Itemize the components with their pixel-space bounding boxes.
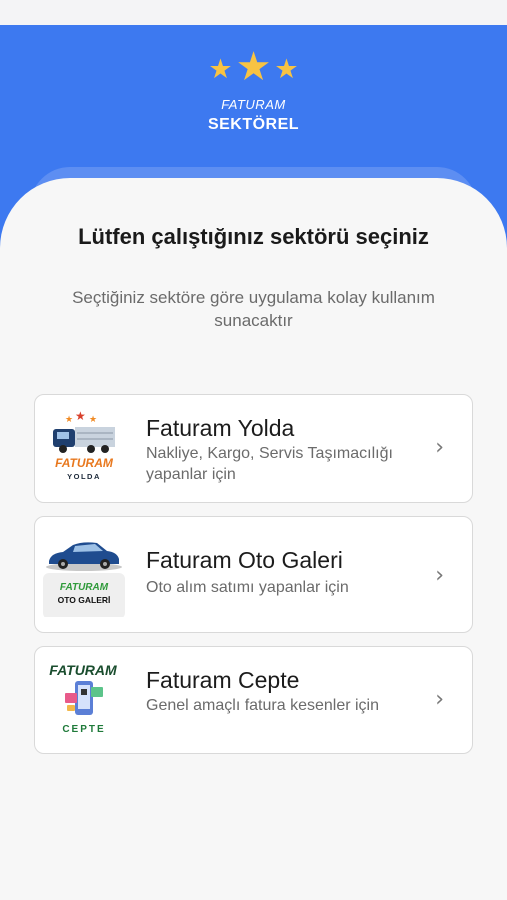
page-title: Lütfen çalıştığınız sektörü seçiniz xyxy=(78,224,429,249)
page-subtitle: Seçtiğiniz sektöre göre uygulama kolay k… xyxy=(72,288,435,330)
star-icon: ★ xyxy=(274,53,299,84)
sector-card-oto-galeri[interactable]: FATURAM OTO GALERİ Faturam Oto Galeri Ot… xyxy=(34,516,473,633)
star-icon: ★ xyxy=(235,45,272,89)
car-icon: FATURAM OTO GALERİ xyxy=(43,542,125,617)
svg-text:YOLDA: YOLDA xyxy=(67,472,101,481)
stars-icon: ★ ★ ★ xyxy=(0,47,507,87)
sector-name: Faturam Cepte xyxy=(146,667,300,693)
brand-product: SEKTÖREL xyxy=(207,116,300,133)
sector-description: Oto alım satımı yapanlar için xyxy=(146,579,349,596)
svg-text:FATURAM: FATURAM xyxy=(49,662,117,678)
chevron-right-icon: › xyxy=(435,687,444,712)
sector-card-yolda[interactable]: ★ ★ ★ FATURAM YOLDA Faturam Yolda Nakliy… xyxy=(34,394,473,503)
star-icon: ★ xyxy=(208,53,233,84)
chevron-right-icon: › xyxy=(435,563,444,588)
svg-text:★: ★ xyxy=(65,415,73,425)
svg-text:FATURAM: FATURAM xyxy=(60,582,109,593)
svg-text:FATURAM: FATURAM xyxy=(55,456,114,470)
svg-text:OTO GALERİ: OTO GALERİ xyxy=(58,595,111,605)
sector-description: Genel amaçlı fatura kesenler için xyxy=(146,697,379,714)
svg-text:★: ★ xyxy=(89,415,97,425)
sector-name: Faturam Yolda xyxy=(146,415,295,441)
brand-name: FATURAM xyxy=(221,97,286,112)
status-bar xyxy=(0,0,507,25)
chevron-right-icon: › xyxy=(435,435,444,460)
svg-text:★: ★ xyxy=(75,409,86,423)
truck-icon: ★ ★ ★ FATURAM YOLDA xyxy=(53,409,115,481)
svg-text:CEPTE: CEPTE xyxy=(62,724,105,735)
sector-name: Faturam Oto Galeri xyxy=(146,547,343,573)
sector-card-cepte[interactable]: FATURAM CEPTE Faturam Cepte Genel amaçlı… xyxy=(34,646,473,754)
sector-description: Nakliye, Kargo, Servis Taşımacılığı yapa… xyxy=(146,445,393,483)
phone-invoice-icon: FATURAM CEPTE xyxy=(49,662,117,735)
